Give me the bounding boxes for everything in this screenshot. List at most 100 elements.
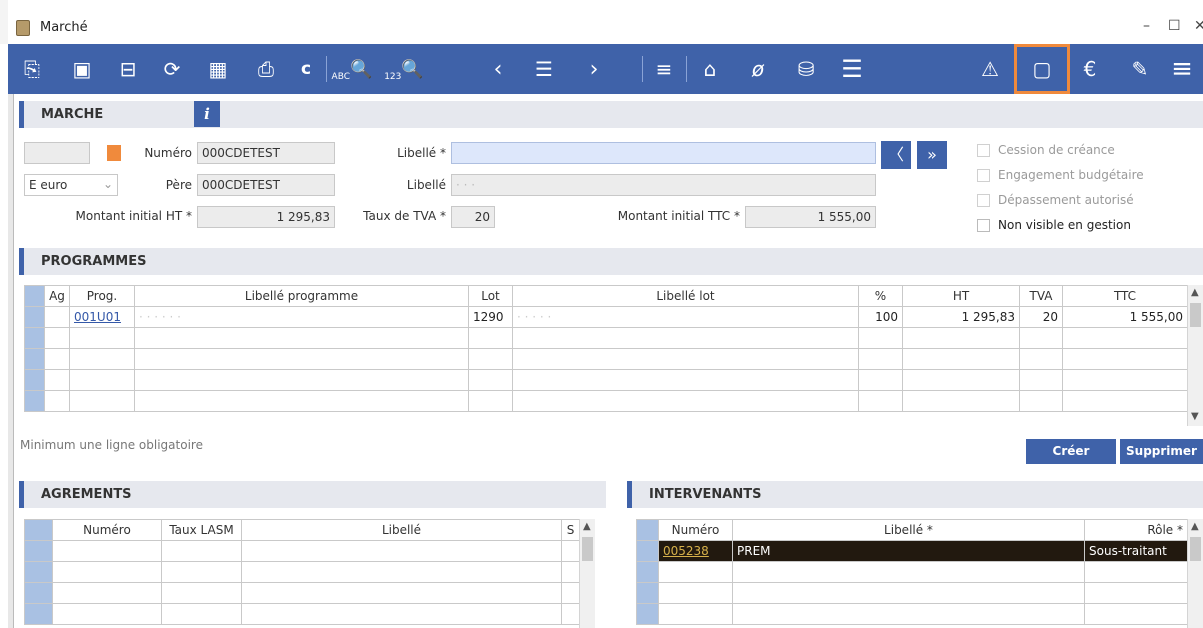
table-cell[interactable]: Sous-traitant [1084, 540, 1188, 562]
column-header[interactable]: TVA [1019, 285, 1063, 307]
list-view-icon[interactable]: ☰ [526, 44, 562, 94]
intervenants-scrollbar[interactable]: ▲ [1187, 519, 1203, 628]
row-selector[interactable] [24, 327, 45, 349]
scroll-up-icon[interactable]: ▲ [1191, 521, 1199, 532]
table-cell[interactable]: 1290 [468, 306, 513, 328]
table-cell[interactable]: · · · · · [512, 306, 859, 328]
prog-link[interactable]: 001U01 [74, 310, 121, 324]
libelle-secondary-field[interactable]: · · · [451, 174, 876, 196]
tva-field[interactable]: 20 [451, 206, 495, 228]
column-header[interactable]: Numéro [658, 519, 733, 541]
depassement-autorise-checkbox[interactable]: Dépassement autorisé [977, 193, 1134, 207]
table-cell[interactable] [44, 306, 70, 328]
devise-select[interactable]: E euro ⌄ [24, 174, 118, 196]
edit-notes-icon[interactable]: ✎ [1122, 44, 1158, 94]
menu-icon[interactable]: ≡ [1164, 44, 1200, 94]
row-selector[interactable] [24, 348, 45, 370]
calendar-icon[interactable]: ▦ [200, 44, 236, 94]
column-header[interactable]: Lot [468, 285, 513, 307]
column-header[interactable]: Ag [44, 285, 70, 307]
table-row[interactable] [636, 582, 1188, 604]
table-cell[interactable]: 1 295,83 [902, 306, 1020, 328]
scroll-up-icon[interactable]: ▲ [583, 521, 591, 532]
table-row[interactable] [24, 540, 580, 562]
row-selector[interactable] [636, 603, 659, 625]
row-selector[interactable] [24, 369, 45, 391]
table-row[interactable]: 001U01 · · · · · · 1290 · · · · · 100 1 … [24, 306, 1188, 328]
table-cell[interactable]: · · · · · · [134, 306, 469, 328]
montant-ttc-field[interactable]: 1 555,00 [745, 206, 876, 228]
column-header[interactable]: Taux LASM [161, 519, 242, 541]
previous-record-button[interactable]: 〈 [881, 141, 911, 169]
row-selector[interactable] [24, 561, 53, 583]
delete-button[interactable]: Supprimer [1120, 439, 1203, 464]
non-visible-gestion-checkbox[interactable]: Non visible en gestion [977, 218, 1131, 232]
row-selector[interactable] [24, 603, 53, 625]
table-row[interactable] [24, 561, 580, 583]
scroll-down-icon[interactable]: ▼ [1191, 411, 1199, 422]
montant-ht-field[interactable]: 1 295,83 [197, 206, 335, 228]
row-selector[interactable] [636, 582, 659, 604]
column-header[interactable]: % [858, 285, 903, 307]
table-row[interactable] [24, 582, 580, 604]
table-cell[interactable]: PREM [732, 540, 1085, 562]
filter-search-icon[interactable]: ≡ [646, 44, 682, 94]
refresh-icon[interactable]: ⟳ [154, 44, 190, 94]
link-icon[interactable]: ø [740, 44, 776, 94]
table-cell[interactable]: 1 555,00 [1062, 306, 1188, 328]
minimize-button[interactable]: – [1143, 18, 1150, 34]
cession-creance-checkbox[interactable]: Cession de créance [977, 143, 1115, 157]
table-row[interactable] [636, 603, 1188, 625]
next-icon[interactable]: › [576, 44, 612, 94]
column-header[interactable]: Rôle * [1084, 519, 1188, 541]
table-cell[interactable]: 100 [858, 306, 903, 328]
table-row[interactable] [636, 561, 1188, 583]
copy-button[interactable]: c [288, 44, 324, 94]
delete-icon[interactable]: ⊟ [110, 44, 146, 94]
home-icon[interactable]: ⌂ [692, 44, 728, 94]
menu-list-icon[interactable]: ☰ [834, 44, 870, 94]
table-row[interactable] [24, 327, 1188, 349]
row-selector[interactable] [24, 582, 53, 604]
column-header[interactable]: Prog. [69, 285, 135, 307]
row-selector[interactable] [24, 540, 53, 562]
print-icon[interactable]: ⎙ [248, 44, 284, 94]
numero-field[interactable]: 000CDETEST [197, 142, 335, 164]
column-header[interactable]: Libellé programme [134, 285, 469, 307]
row-selector[interactable] [24, 306, 45, 328]
search-123-icon[interactable]: 123 🔍 [382, 44, 428, 94]
scroll-thumb[interactable] [582, 537, 593, 561]
coins-icon[interactable]: ⛁ [788, 44, 824, 94]
column-header[interactable]: HT [902, 285, 1020, 307]
intervenant-number-link[interactable]: 005238 [663, 544, 709, 558]
pere-field[interactable]: 000CDETEST [197, 174, 335, 196]
new-document-icon[interactable]: ⎘ [14, 44, 50, 94]
column-header[interactable]: Numéro [52, 519, 162, 541]
euro-button[interactable]: € [1072, 44, 1108, 94]
row-selector[interactable] [636, 540, 659, 562]
column-header[interactable]: Libellé [241, 519, 562, 541]
code-field[interactable] [24, 142, 90, 164]
create-button[interactable]: Créer [1026, 439, 1116, 464]
table-row[interactable] [24, 348, 1188, 370]
row-selector[interactable] [24, 390, 45, 412]
row-selector[interactable] [636, 561, 659, 583]
column-header[interactable]: Libellé * [732, 519, 1085, 541]
history-icon[interactable]: ▢ [1014, 44, 1070, 94]
scroll-up-icon[interactable]: ▲ [1191, 287, 1199, 298]
next-record-button[interactable]: » [917, 141, 947, 169]
table-cell[interactable]: 20 [1019, 306, 1063, 328]
agrements-scrollbar[interactable]: ▲ [579, 519, 595, 628]
close-button[interactable]: ✕ [1194, 18, 1203, 34]
info-button[interactable]: i [194, 101, 220, 127]
warning-icon[interactable]: ⚠ [972, 44, 1008, 94]
table-row[interactable] [24, 390, 1188, 412]
table-row[interactable] [24, 369, 1188, 391]
column-header[interactable]: Libellé lot [512, 285, 859, 307]
scroll-thumb[interactable] [1190, 537, 1201, 561]
maximize-button[interactable]: ☐ [1168, 18, 1181, 34]
libelle-input[interactable] [451, 142, 876, 164]
column-header[interactable]: S [561, 519, 580, 541]
save-icon[interactable]: ▣ [64, 44, 100, 94]
column-header[interactable]: TTC [1062, 285, 1188, 307]
